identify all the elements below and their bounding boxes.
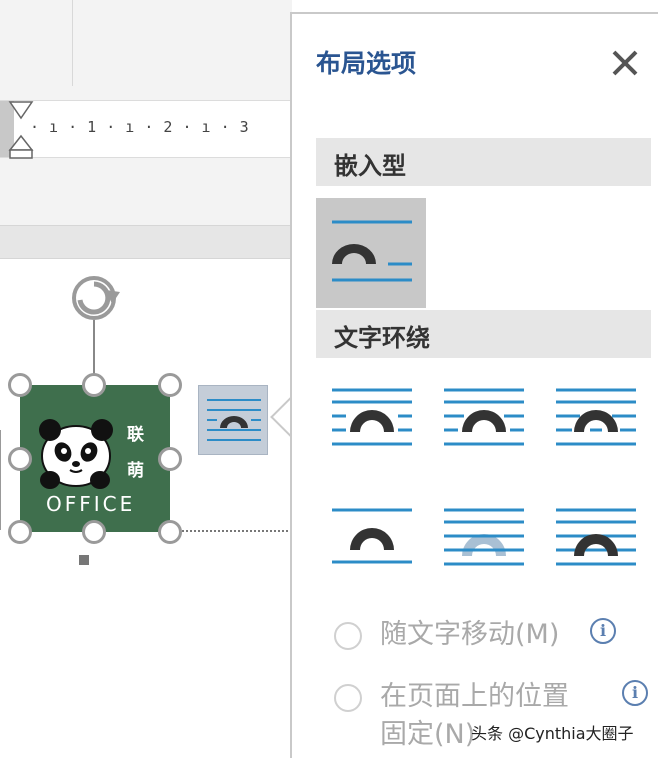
wrap-option-tight[interactable] — [440, 380, 550, 490]
layout-options-icon — [207, 399, 261, 441]
resize-handle-bottom[interactable] — [82, 520, 106, 544]
resize-handle-top-left[interactable] — [8, 373, 32, 397]
image-label-office: OFFICE — [46, 492, 136, 516]
radio-fix-position[interactable] — [334, 684, 362, 712]
section-inline-label: 嵌入型 — [334, 152, 406, 180]
rotate-stem — [93, 320, 95, 374]
layout-options-button[interactable] — [198, 385, 268, 455]
section-inline: 嵌入型 — [316, 138, 651, 186]
page-margin-line — [72, 0, 73, 86]
resize-handle-top[interactable] — [82, 373, 106, 397]
anchor-icon[interactable] — [79, 555, 89, 565]
tight-wrap-icon — [444, 388, 524, 446]
resize-handle-bottom-left[interactable] — [8, 520, 32, 544]
radio-fix-position-label-2: 固定(N) — [380, 719, 476, 750]
wrap-option-through[interactable] — [552, 380, 658, 490]
resize-handle-right[interactable] — [158, 447, 182, 471]
watermark: 头条 @Cynthia大圈子 — [471, 724, 634, 743]
rotate-handle-icon[interactable] — [68, 270, 130, 328]
close-icon[interactable] — [610, 48, 640, 78]
section-wrap-label: 文字环绕 — [334, 324, 430, 352]
inline-layout-icon — [332, 220, 412, 282]
radio-fix-position-label-1: 在页面上的位置 — [380, 681, 569, 712]
wrap-option-in-front[interactable] — [552, 500, 658, 610]
radio-move-with-text[interactable] — [334, 622, 362, 650]
in-front-wrap-icon — [556, 508, 636, 566]
horizontal-ruler[interactable]: · ı · 1 · ı · 2 · ı · 3 — [0, 100, 292, 158]
section-wrap: 文字环绕 — [316, 310, 651, 358]
wrap-option-square[interactable] — [328, 380, 438, 490]
resize-handle-bottom-right[interactable] — [158, 520, 182, 544]
pane-title: 布局选项 — [316, 49, 417, 78]
top-bottom-wrap-icon — [332, 508, 412, 564]
info-icon[interactable]: i — [590, 618, 616, 644]
text-boundary-line — [0, 430, 1, 530]
resize-handle-top-right[interactable] — [158, 373, 182, 397]
image-label-2: 萌 — [127, 461, 144, 481]
radio-move-with-text-label: 随文字移动(M) — [380, 619, 560, 650]
resize-handle-left[interactable] — [8, 447, 32, 471]
through-wrap-icon — [556, 388, 636, 446]
anchor-guide-line — [175, 530, 292, 532]
indent-marker-icon[interactable] — [8, 100, 34, 160]
wrap-option-behind-text[interactable] — [440, 500, 550, 610]
panda-icon — [39, 419, 113, 489]
document-gap — [0, 225, 292, 259]
image-label-1: 联 — [127, 425, 144, 445]
behind-text-wrap-icon — [444, 508, 524, 566]
info-icon[interactable]: i — [622, 680, 648, 706]
wrap-option-top-bottom[interactable] — [328, 500, 438, 610]
wrap-option-inline[interactable] — [316, 198, 426, 308]
square-wrap-icon — [332, 388, 412, 446]
ruler-ticks: · ı · 1 · ı · 2 · ı · 3 — [30, 118, 250, 136]
document-area: · ı · 1 · ı · 2 · ı · 3 — [0, 0, 292, 758]
layout-options-pane: 布局选项 嵌入型 文字环绕 随文字移动(M) i 在页面上的位置 固定(N) i — [290, 12, 658, 758]
document-header-area — [0, 0, 292, 100]
